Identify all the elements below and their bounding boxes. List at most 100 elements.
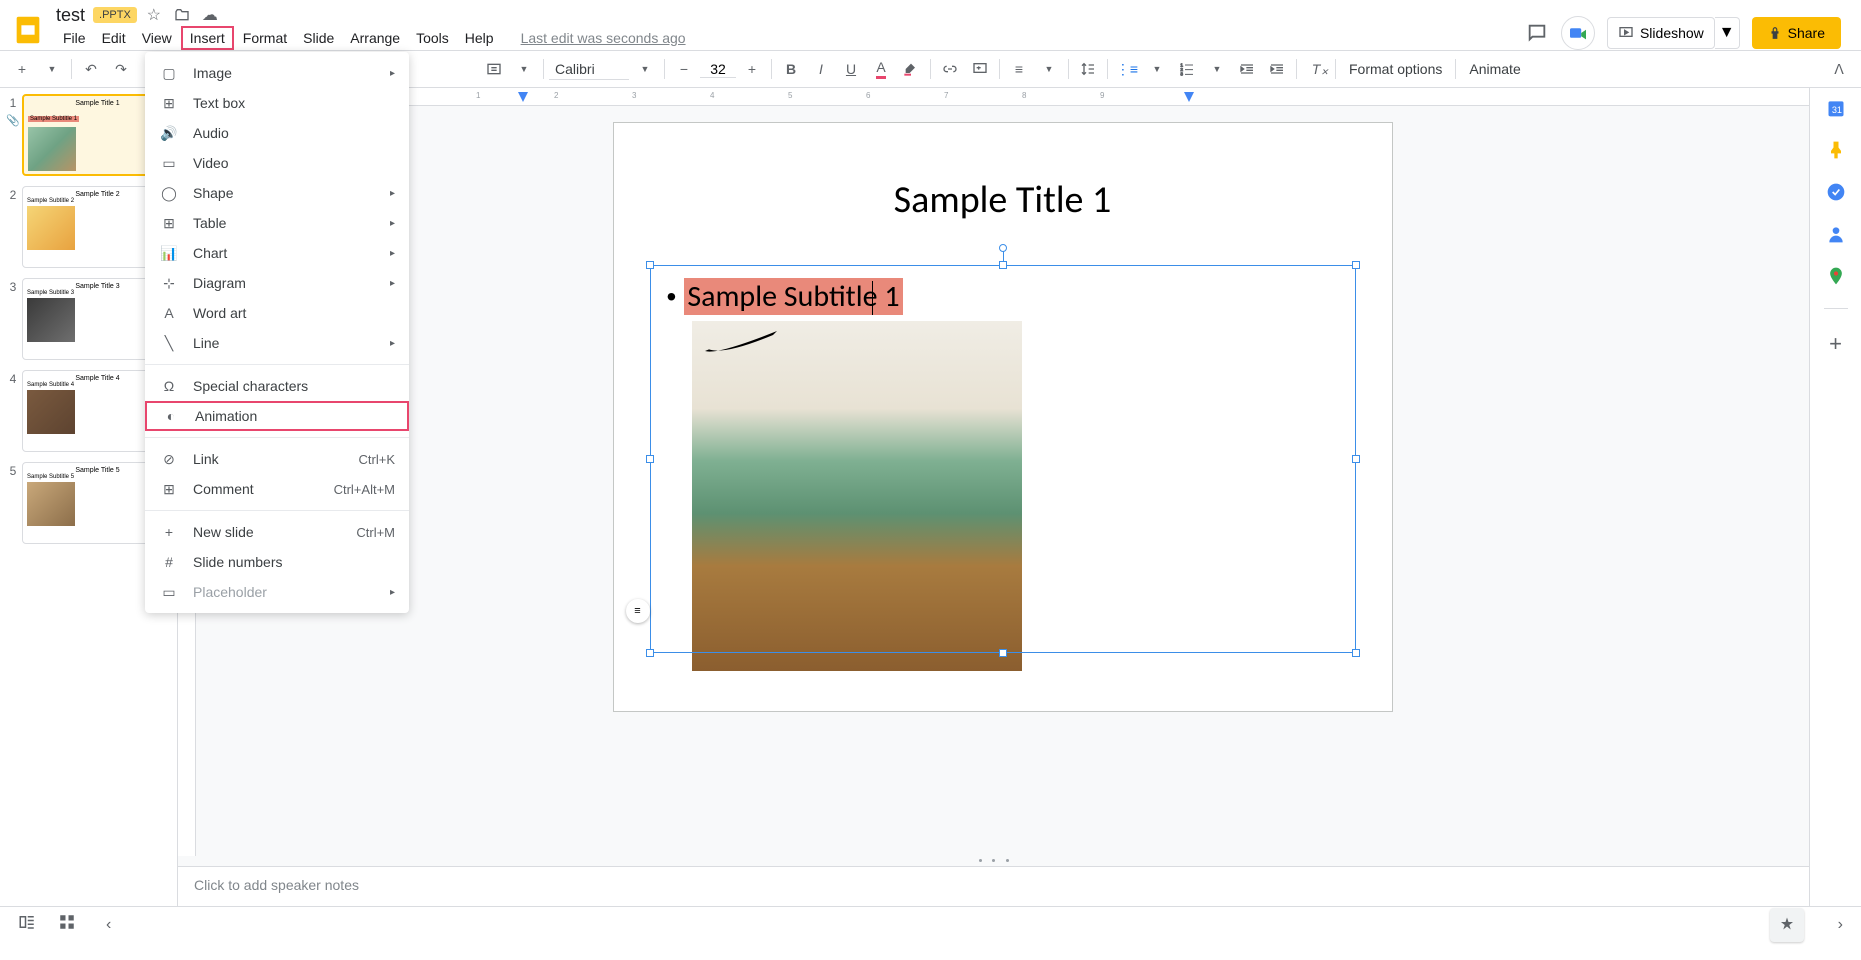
slide-title-text[interactable]: Sample Title 1	[614, 177, 1392, 223]
insert-new-slide-item[interactable]: +New slideCtrl+M	[145, 517, 409, 547]
font-size-input[interactable]	[700, 61, 736, 78]
add-addon-icon[interactable]: +	[1829, 331, 1842, 357]
align-dropdown[interactable]: ▼	[1035, 55, 1063, 83]
new-slide-dropdown[interactable]: ▼	[38, 55, 66, 83]
menu-format[interactable]: Format	[236, 28, 294, 48]
font-dropdown[interactable]: ▼	[631, 55, 659, 83]
zoom-button[interactable]	[480, 55, 508, 83]
line-spacing-button[interactable]	[1074, 55, 1102, 83]
decrease-indent-button[interactable]	[1233, 55, 1261, 83]
resize-handle[interactable]	[999, 261, 1007, 269]
menu-help[interactable]: Help	[458, 28, 501, 48]
tasks-icon[interactable]	[1826, 182, 1846, 202]
doc-title[interactable]: test	[56, 5, 85, 26]
insert-comment-item[interactable]: ⊞CommentCtrl+Alt+M	[145, 474, 409, 504]
align-button[interactable]: ≡	[1005, 55, 1033, 83]
keep-icon[interactable]	[1826, 140, 1846, 160]
speaker-notes-toggle[interactable]: ≡	[626, 599, 650, 623]
insert-wordart-item[interactable]: AWord art	[145, 298, 409, 328]
notes-resize-handle[interactable]	[178, 856, 1809, 866]
speaker-notes[interactable]: Click to add speaker notes	[178, 866, 1809, 906]
undo-button[interactable]: ↶	[77, 55, 105, 83]
contacts-icon[interactable]	[1826, 224, 1846, 244]
insert-chart-item[interactable]: 📊Chart▸	[145, 238, 409, 268]
shape-icon: ◯	[159, 183, 179, 203]
font-select[interactable]: Calibri	[549, 59, 629, 80]
app-header: test .PPTX ☆ ☁ File Edit View Insert For…	[0, 0, 1861, 50]
insert-special-chars-item[interactable]: ΩSpecial characters	[145, 371, 409, 401]
resize-handle[interactable]	[646, 455, 654, 463]
chart-icon: 📊	[159, 243, 179, 263]
menu-arrange[interactable]: Arrange	[343, 28, 407, 48]
slide-canvas[interactable]: Sample Title 1	[613, 122, 1393, 712]
resize-handle[interactable]	[1352, 261, 1360, 269]
insert-diagram-item[interactable]: ⊹Diagram▸	[145, 268, 409, 298]
menu-insert[interactable]: Insert	[181, 26, 234, 50]
highlight-button[interactable]	[897, 55, 925, 83]
slideshow-button[interactable]: Slideshow	[1607, 17, 1715, 49]
collapse-toolbar-button[interactable]: ᐱ	[1825, 55, 1853, 83]
resize-handle[interactable]	[1352, 649, 1360, 657]
bullet-list-button[interactable]: ⋮≡	[1113, 55, 1141, 83]
resize-handle[interactable]	[646, 261, 654, 269]
resize-handle[interactable]	[646, 649, 654, 657]
bullet-dropdown[interactable]: ▼	[1143, 55, 1171, 83]
filmstrip-view-icon[interactable]	[18, 913, 36, 936]
menu-tools[interactable]: Tools	[409, 28, 456, 48]
rotate-handle[interactable]	[999, 244, 1007, 252]
text-color-button[interactable]: A	[867, 55, 895, 83]
decrease-size-button[interactable]: −	[670, 55, 698, 83]
insert-animation-item[interactable]: ◐Animation	[145, 401, 409, 431]
resize-handle[interactable]	[999, 649, 1007, 657]
content-textbox[interactable]: • Sample Subtitle 1	[650, 265, 1356, 653]
maps-icon[interactable]	[1826, 266, 1846, 286]
format-options-button[interactable]: Format options	[1341, 61, 1450, 77]
link-button[interactable]	[936, 55, 964, 83]
slides-logo[interactable]	[8, 10, 48, 50]
insert-table-item[interactable]: ⊞Table▸	[145, 208, 409, 238]
horizontal-ruler[interactable]: 1 2 3 4 5 6 7 8 9	[196, 88, 1809, 106]
share-button[interactable]: Share	[1752, 17, 1841, 49]
menu-edit[interactable]: Edit	[95, 28, 133, 48]
menu-slide[interactable]: Slide	[296, 28, 341, 48]
explore-button[interactable]	[1770, 908, 1804, 942]
insert-video-item[interactable]: ▭Video	[145, 148, 409, 178]
menu-view[interactable]: View	[135, 28, 179, 48]
slide-number: 4	[4, 370, 22, 452]
move-icon[interactable]	[173, 6, 191, 24]
italic-button[interactable]: I	[807, 55, 835, 83]
underline-button[interactable]: U	[837, 55, 865, 83]
zoom-dropdown[interactable]: ▼	[510, 55, 538, 83]
number-dropdown[interactable]: ▼	[1203, 55, 1231, 83]
insert-image-item[interactable]: ▢Image▸	[145, 58, 409, 88]
redo-button[interactable]: ↷	[107, 55, 135, 83]
insert-textbox-item[interactable]: ⊞Text box	[145, 88, 409, 118]
grid-view-icon[interactable]	[58, 913, 76, 936]
increase-indent-button[interactable]	[1263, 55, 1291, 83]
collapse-panel-icon[interactable]: ‹	[106, 916, 111, 934]
new-slide-button[interactable]: +	[8, 55, 36, 83]
edit-status[interactable]: Last edit was seconds ago	[521, 30, 686, 46]
comment-button[interactable]	[966, 55, 994, 83]
resize-handle[interactable]	[1352, 455, 1360, 463]
animate-button[interactable]: Animate	[1461, 61, 1528, 77]
hide-side-panel-icon[interactable]: ›	[1838, 916, 1843, 934]
calendar-icon[interactable]: 31	[1826, 98, 1846, 118]
insert-slide-numbers-item[interactable]: #Slide numbers	[145, 547, 409, 577]
menu-file[interactable]: File	[56, 28, 93, 48]
slideshow-dropdown[interactable]: ▼	[1715, 17, 1740, 49]
meet-icon[interactable]	[1561, 16, 1595, 50]
clear-format-button[interactable]: T✕	[1302, 55, 1330, 83]
subtitle-text[interactable]: Sample Subtitle 1	[684, 278, 902, 315]
number-list-button[interactable]: 123	[1173, 55, 1201, 83]
increase-size-button[interactable]: +	[738, 55, 766, 83]
insert-link-item[interactable]: ⊘LinkCtrl+K	[145, 444, 409, 474]
comments-icon[interactable]	[1525, 21, 1549, 45]
insert-shape-item[interactable]: ◯Shape▸	[145, 178, 409, 208]
cloud-icon[interactable]: ☁	[201, 6, 219, 24]
insert-audio-item[interactable]: 🔊Audio	[145, 118, 409, 148]
bold-button[interactable]: B	[777, 55, 805, 83]
insert-line-item[interactable]: ╲Line▸	[145, 328, 409, 358]
submenu-arrow-icon: ▸	[390, 278, 395, 289]
star-icon[interactable]: ☆	[145, 6, 163, 24]
